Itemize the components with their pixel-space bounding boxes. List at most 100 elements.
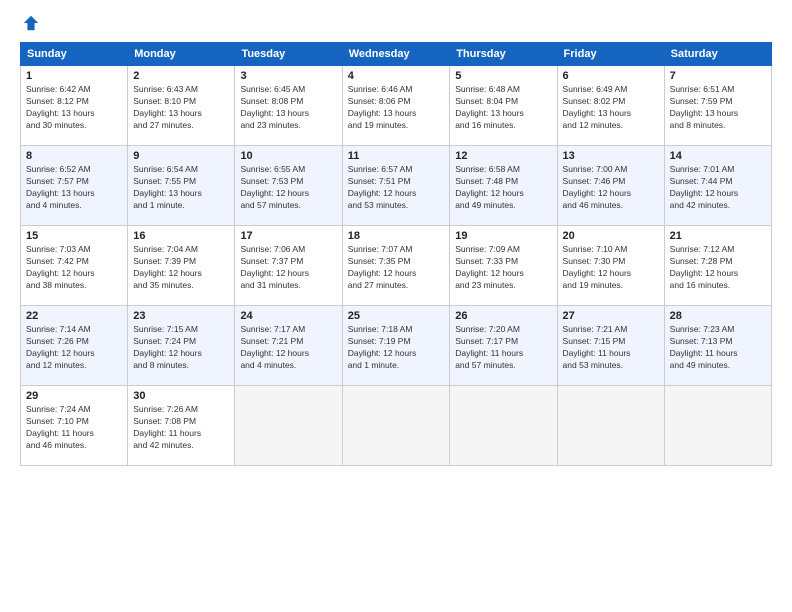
day-number: 21 bbox=[670, 230, 766, 242]
calendar-container: SundayMondayTuesdayWednesdayThursdayFrid… bbox=[0, 0, 792, 612]
calendar-cell: 18 Sunrise: 7:07 AM Sunset: 7:35 PM Dayli… bbox=[342, 226, 450, 306]
day-info: Sunrise: 7:18 AM Sunset: 7:19 PM Dayligh… bbox=[348, 324, 445, 372]
calendar-cell bbox=[235, 386, 342, 466]
day-number: 16 bbox=[133, 230, 229, 242]
calendar-cell: 29 Sunrise: 7:24 AM Sunset: 7:10 PM Dayli… bbox=[21, 386, 128, 466]
day-info: Sunrise: 7:00 AM Sunset: 7:46 PM Dayligh… bbox=[563, 164, 659, 212]
calendar-cell: 30 Sunrise: 7:26 AM Sunset: 7:08 PM Dayli… bbox=[128, 386, 235, 466]
day-number: 12 bbox=[455, 150, 551, 162]
day-number: 14 bbox=[670, 150, 766, 162]
day-info: Sunrise: 6:52 AM Sunset: 7:57 PM Dayligh… bbox=[26, 164, 122, 212]
day-info: Sunrise: 6:49 AM Sunset: 8:02 PM Dayligh… bbox=[563, 84, 659, 132]
day-number: 2 bbox=[133, 70, 229, 82]
day-number: 11 bbox=[348, 150, 445, 162]
weekday-header-wednesday: Wednesday bbox=[342, 43, 450, 66]
day-info: Sunrise: 7:24 AM Sunset: 7:10 PM Dayligh… bbox=[26, 404, 122, 452]
week-row-3: 15Sunrise: 7:03 AM Sunset: 7:42 PM Dayli… bbox=[21, 226, 772, 306]
day-number: 8 bbox=[26, 150, 122, 162]
calendar-cell: 1Sunrise: 6:42 AM Sunset: 8:12 PM Daylig… bbox=[21, 66, 128, 146]
week-row-1: 1Sunrise: 6:42 AM Sunset: 8:12 PM Daylig… bbox=[21, 66, 772, 146]
weekday-header-monday: Monday bbox=[128, 43, 235, 66]
calendar-cell: 8 Sunrise: 6:52 AM Sunset: 7:57 PM Daylig… bbox=[21, 146, 128, 226]
day-number: 29 bbox=[26, 390, 122, 402]
day-info: Sunrise: 6:54 AM Sunset: 7:55 PM Dayligh… bbox=[133, 164, 229, 212]
day-info: Sunrise: 6:57 AM Sunset: 7:51 PM Dayligh… bbox=[348, 164, 445, 212]
calendar-cell: 9 Sunrise: 6:54 AM Sunset: 7:55 PM Daylig… bbox=[128, 146, 235, 226]
calendar-cell: 7 Sunrise: 6:51 AM Sunset: 7:59 PM Daylig… bbox=[664, 66, 771, 146]
day-number: 9 bbox=[133, 150, 229, 162]
day-info: Sunrise: 6:43 AM Sunset: 8:10 PM Dayligh… bbox=[133, 84, 229, 132]
calendar-cell: 22 Sunrise: 7:14 AM Sunset: 7:26 PM Dayli… bbox=[21, 306, 128, 386]
day-info: Sunrise: 7:14 AM Sunset: 7:26 PM Dayligh… bbox=[26, 324, 122, 372]
day-info: Sunrise: 6:46 AM Sunset: 8:06 PM Dayligh… bbox=[348, 84, 445, 132]
calendar-cell: 11 Sunrise: 6:57 AM Sunset: 7:51 PM Dayli… bbox=[342, 146, 450, 226]
day-number: 23 bbox=[133, 310, 229, 322]
day-info: Sunrise: 7:10 AM Sunset: 7:30 PM Dayligh… bbox=[563, 244, 659, 292]
day-info: Sunrise: 7:07 AM Sunset: 7:35 PM Dayligh… bbox=[348, 244, 445, 292]
day-number: 13 bbox=[563, 150, 659, 162]
day-info: Sunrise: 6:51 AM Sunset: 7:59 PM Dayligh… bbox=[670, 84, 766, 132]
day-number: 22 bbox=[26, 310, 122, 322]
weekday-header-saturday: Saturday bbox=[664, 43, 771, 66]
calendar-cell: 23 Sunrise: 7:15 AM Sunset: 7:24 PM Dayli… bbox=[128, 306, 235, 386]
day-info: Sunrise: 7:09 AM Sunset: 7:33 PM Dayligh… bbox=[455, 244, 551, 292]
weekday-header-row: SundayMondayTuesdayWednesdayThursdayFrid… bbox=[21, 43, 772, 66]
calendar-cell: 24Sunrise: 7:17 AM Sunset: 7:21 PM Dayli… bbox=[235, 306, 342, 386]
calendar-cell: 17 Sunrise: 7:06 AM Sunset: 7:37 PM Dayli… bbox=[235, 226, 342, 306]
day-number: 30 bbox=[133, 390, 229, 402]
day-number: 17 bbox=[240, 230, 336, 242]
day-info: Sunrise: 6:55 AM Sunset: 7:53 PM Dayligh… bbox=[240, 164, 336, 212]
calendar-cell: 13 Sunrise: 7:00 AM Sunset: 7:46 PM Dayli… bbox=[557, 146, 664, 226]
day-info: Sunrise: 7:12 AM Sunset: 7:28 PM Dayligh… bbox=[670, 244, 766, 292]
day-number: 26 bbox=[455, 310, 551, 322]
calendar-cell: 6Sunrise: 6:49 AM Sunset: 8:02 PM Daylig… bbox=[557, 66, 664, 146]
day-number: 4 bbox=[348, 70, 445, 82]
day-info: Sunrise: 7:23 AM Sunset: 7:13 PM Dayligh… bbox=[670, 324, 766, 372]
day-number: 25 bbox=[348, 310, 445, 322]
day-info: Sunrise: 7:01 AM Sunset: 7:44 PM Dayligh… bbox=[670, 164, 766, 212]
day-number: 5 bbox=[455, 70, 551, 82]
calendar-cell: 3 Sunrise: 6:45 AM Sunset: 8:08 PM Daylig… bbox=[235, 66, 342, 146]
day-number: 18 bbox=[348, 230, 445, 242]
day-number: 7 bbox=[670, 70, 766, 82]
calendar-cell: 27 Sunrise: 7:21 AM Sunset: 7:15 PM Dayli… bbox=[557, 306, 664, 386]
calendar-cell: 4 Sunrise: 6:46 AM Sunset: 8:06 PM Daylig… bbox=[342, 66, 450, 146]
calendar-cell bbox=[450, 386, 557, 466]
calendar-cell: 10Sunrise: 6:55 AM Sunset: 7:53 PM Dayli… bbox=[235, 146, 342, 226]
calendar-cell: 2 Sunrise: 6:43 AM Sunset: 8:10 PM Daylig… bbox=[128, 66, 235, 146]
calendar-cell bbox=[342, 386, 450, 466]
day-info: Sunrise: 7:03 AM Sunset: 7:42 PM Dayligh… bbox=[26, 244, 122, 292]
day-number: 20 bbox=[563, 230, 659, 242]
day-info: Sunrise: 6:48 AM Sunset: 8:04 PM Dayligh… bbox=[455, 84, 551, 132]
day-number: 24 bbox=[240, 310, 336, 322]
calendar-cell: 26 Sunrise: 7:20 AM Sunset: 7:17 PM Dayli… bbox=[450, 306, 557, 386]
weekday-header-sunday: Sunday bbox=[21, 43, 128, 66]
day-number: 27 bbox=[563, 310, 659, 322]
calendar-cell: 16 Sunrise: 7:04 AM Sunset: 7:39 PM Dayli… bbox=[128, 226, 235, 306]
day-info: Sunrise: 6:45 AM Sunset: 8:08 PM Dayligh… bbox=[240, 84, 336, 132]
logo-icon bbox=[22, 14, 40, 32]
calendar-cell: 5 Sunrise: 6:48 AM Sunset: 8:04 PM Daylig… bbox=[450, 66, 557, 146]
calendar-cell: 20 Sunrise: 7:10 AM Sunset: 7:30 PM Dayli… bbox=[557, 226, 664, 306]
weekday-header-thursday: Thursday bbox=[450, 43, 557, 66]
calendar-cell: 14 Sunrise: 7:01 AM Sunset: 7:44 PM Dayli… bbox=[664, 146, 771, 226]
day-info: Sunrise: 7:15 AM Sunset: 7:24 PM Dayligh… bbox=[133, 324, 229, 372]
calendar-cell: 21 Sunrise: 7:12 AM Sunset: 7:28 PM Dayli… bbox=[664, 226, 771, 306]
calendar-cell: 12 Sunrise: 6:58 AM Sunset: 7:48 PM Dayli… bbox=[450, 146, 557, 226]
day-number: 3 bbox=[240, 70, 336, 82]
calendar-table: SundayMondayTuesdayWednesdayThursdayFrid… bbox=[20, 42, 772, 466]
calendar-cell: 25 Sunrise: 7:18 AM Sunset: 7:19 PM Dayli… bbox=[342, 306, 450, 386]
calendar-cell: 19Sunrise: 7:09 AM Sunset: 7:33 PM Dayli… bbox=[450, 226, 557, 306]
day-info: Sunrise: 7:21 AM Sunset: 7:15 PM Dayligh… bbox=[563, 324, 659, 372]
logo bbox=[20, 16, 40, 34]
calendar-cell bbox=[557, 386, 664, 466]
day-info: Sunrise: 7:20 AM Sunset: 7:17 PM Dayligh… bbox=[455, 324, 551, 372]
day-info: Sunrise: 7:04 AM Sunset: 7:39 PM Dayligh… bbox=[133, 244, 229, 292]
calendar-cell bbox=[664, 386, 771, 466]
day-info: Sunrise: 7:06 AM Sunset: 7:37 PM Dayligh… bbox=[240, 244, 336, 292]
day-number: 1 bbox=[26, 70, 122, 82]
day-info: Sunrise: 6:58 AM Sunset: 7:48 PM Dayligh… bbox=[455, 164, 551, 212]
calendar-cell: 15Sunrise: 7:03 AM Sunset: 7:42 PM Dayli… bbox=[21, 226, 128, 306]
day-info: Sunrise: 7:26 AM Sunset: 7:08 PM Dayligh… bbox=[133, 404, 229, 452]
day-number: 28 bbox=[670, 310, 766, 322]
